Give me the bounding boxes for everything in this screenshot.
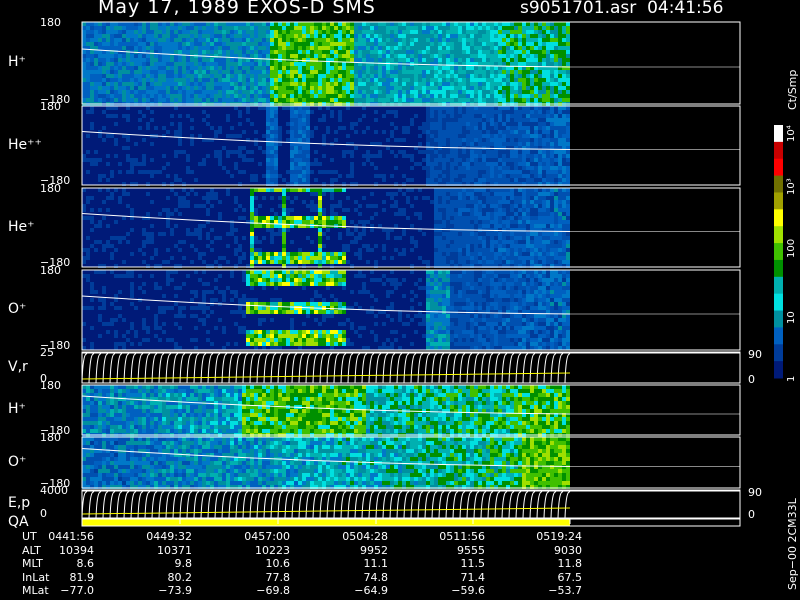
file-time: 04:41:56 [647,0,724,18]
panel-h-plus [81,22,740,106]
panel-label-he-pp: He⁺⁺ [8,136,42,153]
panel-label-he-plus: He⁺ [8,218,35,235]
colorbar-tick-label: 100 [786,239,797,259]
right-tick-max: 90 [748,348,762,361]
colorbar-title: Ct/Smp [786,69,799,110]
ephemeris-value: −53.7 [548,584,582,597]
y-tick-max: 180 [40,182,61,195]
y-tick-max: 180 [40,379,61,392]
y-tick-max: 25 [40,346,54,359]
ephemeris-value: 74.8 [363,570,389,584]
ephemeris-value: 71.4 [460,570,486,584]
panel-label-h-plus: H⁺ [8,54,26,70]
ephemeris-value: 10.6 [265,557,291,570]
spectrogram-plot [81,21,783,527]
ephemeris-value: 10371 [157,543,192,557]
y-tick-max: 180 [40,16,61,29]
ephemeris-value: 8.6 [76,557,95,570]
panel-label-qa: QA [8,513,29,530]
panel-he-pp [81,106,740,186]
colorbar-tick-label: 1 [786,376,797,383]
ephemeris-value: 81.9 [69,570,95,584]
right-tick-min: 0 [748,508,755,521]
panel-label-vr: V,r [8,358,28,375]
colorbar-tick-label: 10⁴ [786,125,797,143]
ephemeris-value: 10223 [255,543,290,557]
ephemeris-value: 11.8 [557,557,583,570]
panel-label-o-plus-2: O⁺ [8,453,27,470]
plot-title: May 17, 1989 EXOS-D SMS [98,0,376,18]
ephemeris-value: 10394 [59,543,94,557]
colorbar-tick-label: 10 [786,311,797,325]
y-tick-min: 0 [40,507,47,520]
panel-h-plus-2 [81,385,740,437]
ephemeris-value: −73.9 [158,584,192,597]
right-tick-max: 90 [748,486,762,499]
file-info: s9051701.asr 04:41:56 [520,0,723,18]
ephemeris-value: −77.0 [60,584,94,597]
ephemeris-value: 11.5 [460,557,486,570]
panel-label-ep: E,p [8,495,31,511]
file-name: s9051701.asr [520,0,637,18]
ephemeris-value: 0511:56 [439,530,485,543]
panel-vr [81,352,740,384]
ephemeris-value: 0457:00 [244,530,290,543]
colorbar-tick-label: 10³ [786,178,797,196]
ephemeris-value: 77.8 [265,570,291,584]
panel-o-plus-2 [81,437,740,489]
ephemeris-value: 0441:56 [48,530,94,543]
y-tick-max: 180 [40,431,61,444]
ephemeris-value: 80.2 [167,570,193,584]
panel-he-plus [81,188,740,268]
ephemeris-value: −69.8 [256,584,290,597]
colorbar [774,125,783,379]
ephemeris-value: −59.6 [451,584,485,597]
panel-ep [81,490,740,519]
ephemeris-value: 0504:28 [342,530,388,543]
ephemeris-value: 0519:24 [536,530,582,543]
ephemeris-value: 9030 [554,543,582,557]
ephemeris-value: 11.1 [363,557,389,570]
panel-qa [82,519,570,526]
panel-o-plus [81,270,740,350]
panel-label-h-plus-2: H⁺ [8,401,26,417]
right-tick-min: 0 [748,373,755,386]
y-tick-max: 180 [40,264,61,277]
side-note: Sep−00 2CM33L [786,498,799,590]
y-tick-max: 180 [40,100,61,113]
ephemeris-value: 67.5 [557,570,583,584]
panel-label-o-plus: O⁺ [8,301,27,317]
ephemeris-value: −64.9 [354,584,388,597]
ephemeris-value: 9.8 [174,557,193,570]
ephemeris-value: 0449:32 [146,530,192,543]
panels-layer [81,22,740,526]
ephemeris-value: 9952 [360,543,388,557]
y-tick-max: 4000 [40,484,68,497]
ephemeris-value: 9555 [457,543,485,557]
